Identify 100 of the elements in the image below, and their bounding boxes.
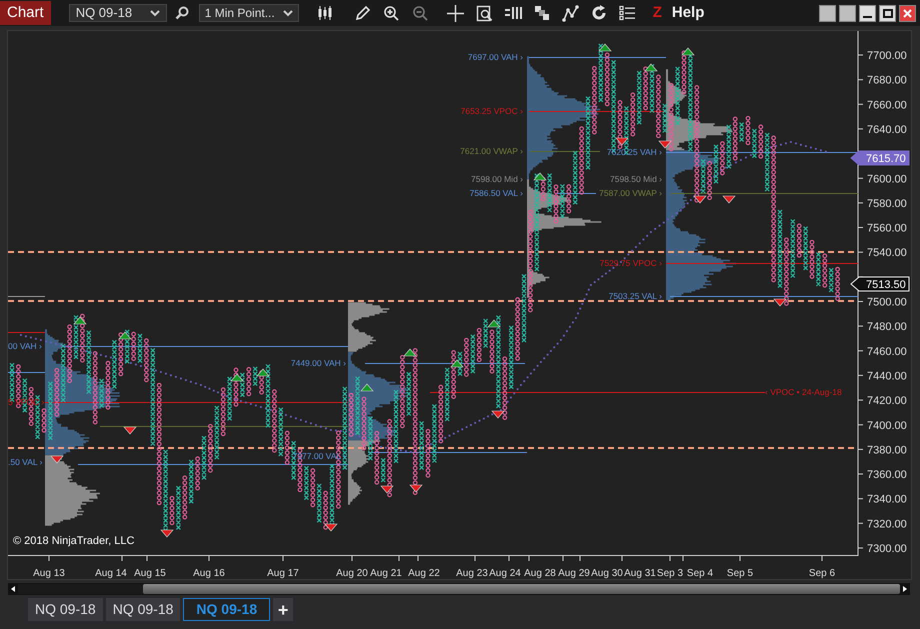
date-tick-label: Sep 3 (656, 568, 684, 579)
up-triangle-marker (450, 360, 464, 368)
date-tick-label: Aug 22 (408, 568, 440, 579)
price-tick-label: 7380.00 (867, 444, 907, 456)
down-triangle-marker (409, 484, 423, 492)
date-tick-label: Aug 31 (624, 568, 656, 579)
chevron-icon (282, 10, 293, 16)
data-box-icon[interactable] (476, 4, 493, 22)
down-triangle-marker (50, 456, 64, 464)
chart-tab[interactable]: NQ 09-18 (28, 598, 103, 621)
axis-tick (858, 448, 864, 450)
up-triangle-marker (360, 384, 374, 392)
axis-tick (858, 202, 864, 204)
axis-tick (282, 554, 284, 562)
axis-tick (146, 554, 148, 562)
candlestick-icon[interactable] (316, 5, 333, 21)
price-tick-label: 7420.00 (867, 395, 907, 408)
add-tab-button[interactable]: + (273, 598, 294, 621)
date-tick-label: Aug 21 (370, 568, 402, 579)
axis-tick (858, 400, 864, 401)
level-label: 7587.00 VWAP › (599, 188, 662, 198)
price-level-line (556, 193, 596, 194)
zoom-out-icon[interactable] (412, 4, 429, 22)
interval-value: 1 Min Point... (204, 5, 275, 22)
axis-tick (858, 301, 864, 302)
price-marker: 7513.50 (850, 276, 910, 292)
down-triangle-marker (615, 138, 629, 146)
price-tick-label: 7700.00 (867, 50, 907, 62)
refresh-icon[interactable] (590, 5, 607, 21)
price-tick-label: 7680.00 (867, 74, 907, 87)
up-triangle-marker (644, 64, 658, 72)
chart-button[interactable]: Chart (0, 1, 51, 25)
maximize-button[interactable] (879, 4, 896, 22)
close-button[interactable] (899, 4, 916, 22)
price-tick-label: 7640.00 (867, 124, 907, 136)
chart-tab[interactable]: NQ 09-18 (183, 598, 270, 621)
price-tick-label: 7400.00 (867, 420, 907, 432)
axis-tick (858, 104, 864, 105)
down-triangle-marker (380, 486, 394, 494)
axis-tick (858, 54, 864, 56)
up-triangle-marker (533, 172, 547, 180)
axis-tick (858, 424, 864, 426)
axis-tick (474, 554, 476, 562)
window-button[interactable] (819, 4, 836, 22)
price-tick-label: 7540.00 (867, 247, 907, 260)
axis-tick (508, 554, 510, 562)
instrument-dropdown[interactable]: NQ 09-18 (68, 4, 167, 22)
bars-icon[interactable] (504, 6, 522, 20)
up-triangle-marker (73, 316, 87, 324)
level-label: 7503.25 VAL › (608, 291, 662, 301)
down-triangle-marker (491, 410, 505, 418)
pencil-icon[interactable] (354, 5, 371, 21)
price-tick-label: 7460.00 (867, 346, 907, 358)
window-button[interactable] (839, 4, 856, 22)
steps-icon[interactable] (534, 5, 550, 21)
down-triangle-marker (693, 196, 707, 204)
axis-tick (858, 79, 864, 80)
price-tick-label: 7600.00 (867, 173, 907, 186)
chevron-icon (150, 10, 160, 16)
chart-tab[interactable]: NQ 09-18 (106, 598, 180, 621)
price-marker: 7615.70 (850, 150, 910, 166)
date-tick-label: Aug 14 (95, 568, 127, 579)
level-label: 7697.00 VAH › (468, 52, 523, 62)
price-level-line (8, 296, 46, 297)
minimize-button[interactable] (859, 4, 876, 22)
date-tick-label: Sep 6 (808, 568, 836, 579)
date-tick-label: Sep 5 (726, 568, 754, 579)
level-label: .50 VAL › (8, 457, 42, 467)
price-level-line (8, 372, 46, 373)
search-icon[interactable] (174, 6, 189, 20)
level-label: 00 VAH › (8, 341, 42, 351)
price-tick-label: 7560.00 (867, 222, 907, 234)
line-nodes-icon[interactable] (562, 4, 579, 22)
left-arrow-icon (11, 586, 15, 592)
maximize-icon (882, 8, 892, 18)
axis-tick (858, 227, 864, 228)
level-label: 7586.50 VAL › (470, 188, 523, 198)
axis-tick (562, 554, 564, 562)
up-triangle-marker (403, 348, 417, 356)
date-tick-label: Aug 15 (134, 568, 166, 579)
level-label: 7598.00 Mid › (471, 174, 523, 184)
up-triangle-marker (118, 332, 132, 340)
crosshair-icon[interactable] (446, 4, 464, 22)
axis-tick (858, 252, 864, 253)
axis-tick (398, 554, 400, 562)
axis-tick (858, 178, 864, 179)
up-triangle-marker (681, 48, 695, 56)
price-level-line (530, 151, 600, 152)
down-triangle-marker (658, 140, 672, 148)
date-tick-label: Aug 16 (193, 568, 225, 579)
interval-dropdown[interactable]: 1 Min Point... (198, 4, 299, 22)
price-tick-label: 7340.00 (867, 494, 907, 506)
zoom-in-icon[interactable] (382, 4, 400, 22)
axis-tick (858, 350, 864, 352)
date-tick-label: Aug 29 (558, 568, 590, 579)
axis-tick (208, 554, 210, 562)
help-button[interactable]: Help (672, 2, 704, 24)
axis-tick (858, 522, 864, 524)
list-icon[interactable] (618, 5, 635, 21)
price-tick-label: 7580.00 (867, 198, 907, 210)
